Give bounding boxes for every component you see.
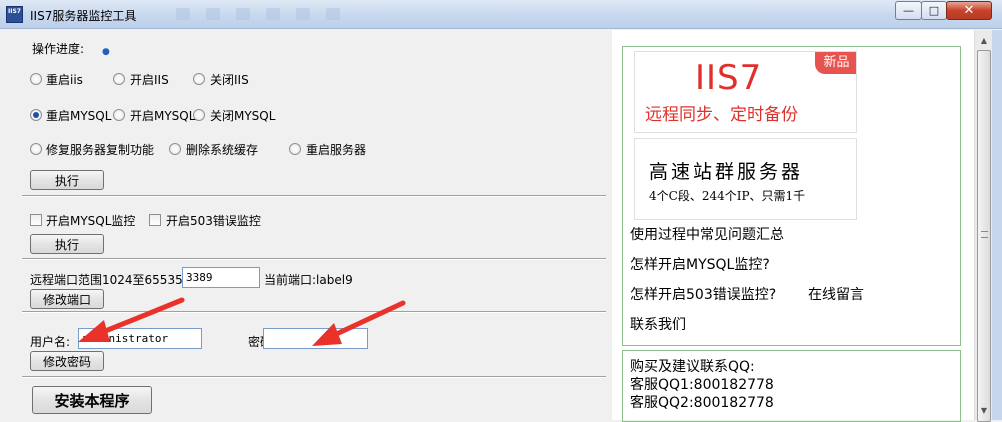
- ghost-icon: [206, 8, 220, 20]
- link-faq[interactable]: 使用过程中常见问题汇总: [630, 224, 784, 244]
- scroll-thumb[interactable]: [977, 50, 991, 422]
- progress-label: 操作进度:: [32, 42, 85, 56]
- username-label: 用户名:: [30, 335, 71, 349]
- divider: [22, 376, 606, 378]
- execute-button-1[interactable]: 执行: [30, 170, 104, 190]
- radio-restart-mysql[interactable]: [30, 109, 42, 121]
- app-icon: IIS7: [6, 6, 23, 23]
- info-panel: IIS7 新品 远程同步、定时备份 高速站群服务器 4个C段、244个IP、只需…: [612, 30, 974, 422]
- maximize-button[interactable]: □: [921, 1, 947, 20]
- username-input[interactable]: [78, 328, 202, 349]
- window-title: IIS7服务器监控工具: [30, 9, 137, 23]
- modify-port-button[interactable]: 修改端口: [30, 289, 104, 309]
- contact-heading: 购买及建议联系QQ:: [630, 359, 755, 375]
- radio-restart-iis[interactable]: [30, 73, 42, 85]
- progress-indicator: ●: [102, 47, 110, 57]
- contact-qq2: 客服QQ2:800182778: [630, 395, 774, 411]
- close-icon: ✕: [963, 3, 975, 18]
- ad-banner-sync[interactable]: IIS7 新品 远程同步、定时备份: [634, 51, 857, 133]
- checkbox-mysql-monitor[interactable]: [30, 214, 42, 226]
- ghost-icon: [176, 8, 190, 20]
- window-frame: [992, 30, 1002, 420]
- divider: [22, 258, 606, 260]
- radio-repair-replication-label[interactable]: 修复服务器复制功能: [46, 141, 154, 158]
- scroll-up-arrow-icon[interactable]: ▲: [976, 32, 992, 48]
- radio-restart-iis-label[interactable]: 重启iis: [46, 71, 83, 88]
- radio-restart-server-label[interactable]: 重启服务器: [306, 141, 366, 158]
- link-contact[interactable]: 联系我们: [630, 314, 686, 334]
- radio-stop-mysql-label[interactable]: 关闭MYSQL: [210, 107, 275, 124]
- link-mysql-monitor[interactable]: 怎样开启MYSQL监控?: [630, 254, 770, 274]
- radio-restart-server[interactable]: [289, 143, 301, 155]
- contact-qq1: 客服QQ1:800182778: [630, 377, 774, 393]
- radio-stop-iis-label[interactable]: 关闭IIS: [210, 71, 249, 88]
- modify-password-button[interactable]: 修改密码: [30, 351, 104, 371]
- radio-stop-mysql[interactable]: [193, 109, 205, 121]
- ad-banner-server[interactable]: 高速站群服务器 4个C段、244个IP、只需1千: [634, 138, 857, 220]
- ad-subtitle: 4个C段、244个IP、只需1千: [649, 189, 806, 203]
- radio-start-iis-label[interactable]: 开启IIS: [130, 71, 169, 88]
- vertical-scrollbar[interactable]: ▲ ▼: [974, 30, 992, 422]
- port-input[interactable]: [182, 267, 260, 288]
- titlebar-ghost-icons: [176, 8, 340, 20]
- radio-start-mysql-label[interactable]: 开启MYSQL: [130, 107, 195, 124]
- close-button[interactable]: ✕: [946, 1, 992, 20]
- ghost-icon: [296, 8, 310, 20]
- ad-title: 高速站群服务器: [649, 161, 804, 183]
- radio-clear-cache-label[interactable]: 删除系统缓存: [186, 141, 258, 158]
- scroll-down-arrow-icon[interactable]: ▼: [976, 402, 992, 418]
- radio-stop-iis[interactable]: [193, 73, 205, 85]
- link-503-monitor[interactable]: 怎样开启503错误监控?: [630, 284, 776, 304]
- radio-start-iis[interactable]: [113, 73, 125, 85]
- ghost-icon: [326, 8, 340, 20]
- password-input[interactable]: [263, 328, 368, 349]
- ghost-icon: [236, 8, 250, 20]
- title-bar: IIS7 IIS7服务器监控工具 — □ ✕: [0, 0, 1002, 29]
- minimize-icon: —: [903, 4, 914, 17]
- ghost-icon: [266, 8, 280, 20]
- execute-button-2[interactable]: 执行: [30, 234, 104, 254]
- checkbox-503-monitor-label[interactable]: 开启503错误监控: [166, 212, 261, 229]
- divider: [22, 311, 606, 313]
- link-online-message[interactable]: 在线留言: [808, 284, 864, 304]
- new-badge: 新品: [815, 52, 856, 74]
- minimize-button[interactable]: —: [895, 1, 922, 20]
- install-button[interactable]: 安装本程序: [32, 386, 152, 414]
- radio-restart-mysql-label[interactable]: 重启MYSQL: [46, 107, 111, 124]
- divider: [22, 195, 606, 197]
- grip-icon: [981, 231, 988, 238]
- control-panel: 操作进度: ● 重启iis 开启IIS 关闭IIS 重启MYSQL 开启MYSQ…: [0, 30, 612, 420]
- current-port-label: 当前端口:label9: [264, 273, 353, 287]
- maximize-icon: □: [928, 4, 940, 17]
- ad-logo: IIS7: [695, 58, 763, 98]
- radio-start-mysql[interactable]: [113, 109, 125, 121]
- ad-subtitle: 远程同步、定时备份: [645, 105, 798, 125]
- radio-repair-replication[interactable]: [30, 143, 42, 155]
- checkbox-mysql-monitor-label[interactable]: 开启MYSQL监控: [46, 212, 135, 229]
- port-range-label: 远程端口范围1024至65535: [30, 273, 183, 287]
- radio-clear-cache[interactable]: [169, 143, 181, 155]
- checkbox-503-monitor[interactable]: [149, 214, 161, 226]
